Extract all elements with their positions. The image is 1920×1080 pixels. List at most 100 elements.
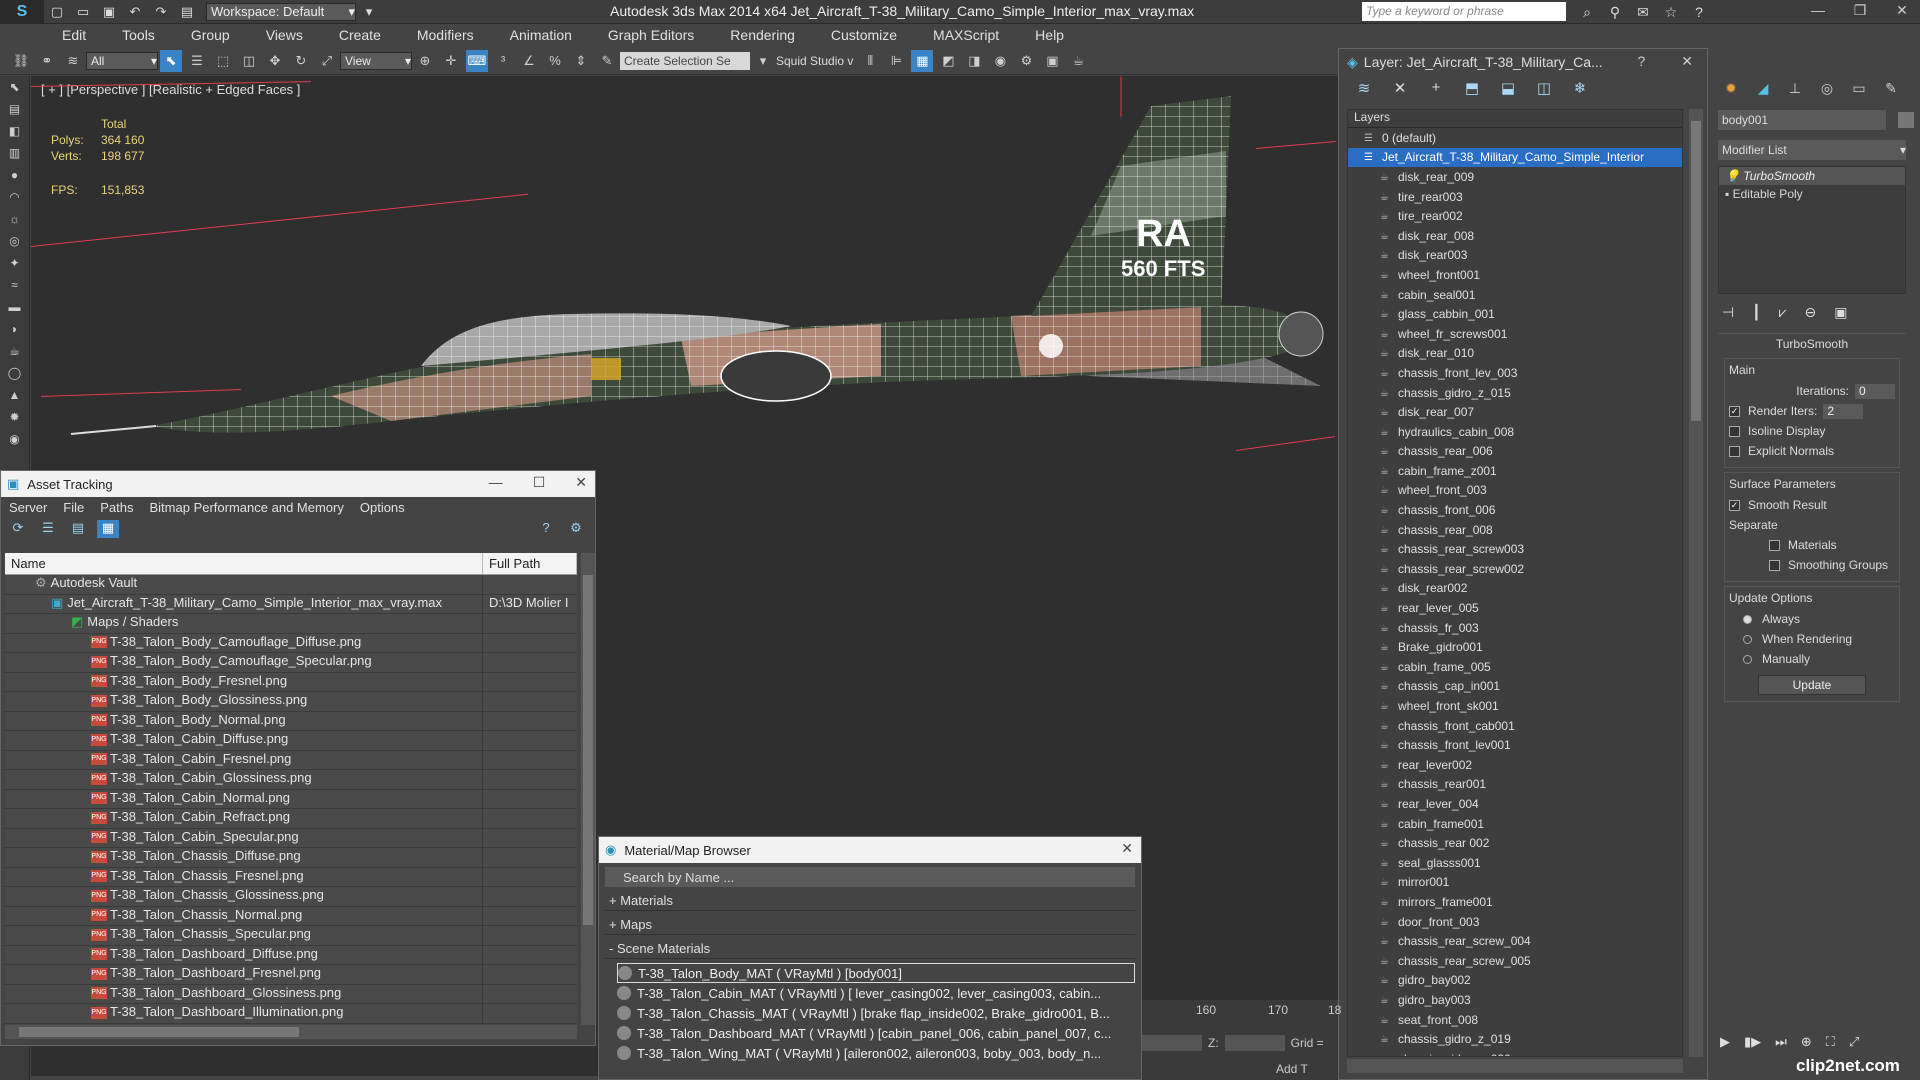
table-row[interactable]: PNG T-38_Talon_Dashboard_Diffuse.png — [5, 945, 577, 965]
layer-object-row[interactable]: ☕ hydraulics_cabin_008 — [1348, 422, 1682, 442]
hide-all-layers-icon[interactable]: ◫ — [1531, 79, 1557, 99]
layer-object-row[interactable]: ☕ chassis_rear_screw_005 — [1348, 951, 1682, 971]
layer-object-row[interactable]: ☕ chassis_rear 002 — [1348, 833, 1682, 853]
table-row[interactable]: PNG T-38_Talon_Chassis_Diffuse.png — [5, 848, 577, 868]
help-icon[interactable]: ? — [1637, 53, 1645, 70]
layer-object-row[interactable]: ☕ chassis_rear_screw_004 — [1348, 931, 1682, 951]
table-row[interactable]: PNG T-38_Talon_Cabin_Glossiness.png — [5, 770, 577, 790]
add-layer-icon[interactable]: + — [1423, 79, 1449, 99]
show-end-result-icon[interactable]: ┃ — [1752, 304, 1760, 321]
close-icon[interactable]: ✕ — [1681, 53, 1693, 70]
asset-tracking-titlebar[interactable]: ▣ Asset Tracking — ☐ ✕ — [1, 471, 595, 497]
selection-filter-dropdown[interactable]: All ▾ — [86, 51, 158, 70]
layer-object-row[interactable]: ☕ chassis_rear_008 — [1348, 520, 1682, 540]
rollout-title[interactable]: TurboSmooth — [1718, 334, 1906, 354]
asset-horizontal-scrollbar[interactable] — [5, 1025, 577, 1039]
table-row[interactable]: PNG T-38_Talon_Dashboard_Fresnel.png — [5, 965, 577, 985]
box-icon[interactable]: ▬ — [4, 300, 26, 318]
maximize-icon[interactable]: ☐ — [533, 474, 546, 491]
torus-icon[interactable]: ◯ — [4, 366, 26, 384]
always-radio[interactable] — [1743, 614, 1752, 624]
rect-selection-icon[interactable]: ⬚ — [212, 50, 234, 72]
material-search-input[interactable]: Search by Name ... — [605, 867, 1135, 887]
layers-icon[interactable]: ≋ — [1351, 79, 1377, 99]
close-icon[interactable]: ✕ — [575, 474, 587, 491]
window-crossing-icon[interactable]: ◫ — [238, 50, 260, 72]
material-browser-titlebar[interactable]: ◉ Material/Map Browser ✕ — [599, 837, 1141, 863]
highlight-layer-icon[interactable]: ⬓ — [1495, 79, 1521, 99]
motion-tab-icon[interactable]: ◎ — [1814, 80, 1840, 102]
layer-object-row[interactable]: ☕ cabin_frame_005 — [1348, 657, 1682, 677]
binoculars-icon[interactable]: ⌕ — [1576, 2, 1598, 22]
app-logo-icon[interactable]: S — [0, 0, 44, 24]
menu-file[interactable]: File — [55, 500, 92, 515]
unlink-icon[interactable]: ⚭ — [36, 50, 58, 72]
layer-explorer-icon[interactable]: ▦ — [911, 49, 934, 72]
layer-object-row[interactable]: ☕ rear_lever_005 — [1348, 598, 1682, 618]
table-row[interactable]: ▣ Jet_Aircraft_T-38_Military_Camo_Simple_… — [5, 594, 577, 614]
menu-views[interactable]: Views — [248, 27, 321, 43]
layer-object-row[interactable]: ☕ rear_lever_004 — [1348, 794, 1682, 814]
squid-studio-label[interactable]: Squid Studio v — [776, 54, 853, 68]
time-ruler[interactable]: 160 170 18 — [1142, 1003, 1341, 1023]
utilities-tab-icon[interactable]: ✎ — [1878, 80, 1904, 102]
project-folder-icon[interactable]: ▤ — [176, 3, 198, 21]
keyword-search-input[interactable]: Type a keyword or phrase — [1362, 2, 1566, 21]
layer-object-row[interactable]: ☕ chassis_rear_screw002 — [1348, 559, 1682, 579]
help-icon[interactable]: ? — [535, 520, 557, 538]
thumbnail-view-icon[interactable]: ▤ — [67, 520, 89, 538]
freeze-all-layers-icon[interactable]: ❄ — [1567, 79, 1593, 99]
new-file-icon[interactable]: ▢ — [46, 3, 68, 21]
table-row[interactable]: PNG T-38_Talon_Body_Camouflage_Diffuse.pn… — [5, 633, 577, 653]
scene-materials-section[interactable]: - Scene Materials — [605, 939, 1135, 959]
layer-object-row[interactable]: ☕ cabin_frame_z001 — [1348, 461, 1682, 481]
layer-object-row[interactable]: ☕ chassis_gidro_z_015 — [1348, 383, 1682, 403]
asset-vertical-scrollbar[interactable] — [581, 553, 595, 1025]
render-iters-checkbox[interactable]: ✓ — [1729, 405, 1740, 417]
modify-tab-icon[interactable]: ◢ — [1750, 80, 1776, 102]
layer-object-row[interactable]: ☕ tire_rear003 — [1348, 187, 1682, 207]
table-row[interactable]: PNG T-38_Talon_Cabin_Specular.png — [5, 828, 577, 848]
table-row[interactable]: PNG T-38_Talon_Chassis_Fresnel.png — [5, 867, 577, 887]
undo-icon[interactable]: ↶ — [124, 3, 146, 21]
menu-maxscript[interactable]: MAXScript — [915, 27, 1017, 43]
play-icon[interactable]: ▶ — [1720, 1034, 1730, 1050]
material-editor-icon[interactable]: ◉ — [989, 50, 1011, 72]
when-rendering-radio[interactable] — [1743, 634, 1752, 644]
align-icon[interactable]: ⊫ — [885, 50, 907, 72]
helpers-icon[interactable]: ✦ — [4, 256, 26, 274]
table-row[interactable]: PNG T-38_Talon_Dashboard_Illumination.png — [5, 1004, 577, 1024]
layer-object-row[interactable]: ☕ chassis_fr_003 — [1348, 618, 1682, 638]
add-time-tag[interactable]: Add T — [1276, 1062, 1308, 1076]
subscription-icon[interactable]: ⚲ — [1604, 2, 1626, 22]
list-view-icon[interactable]: ☰ — [37, 520, 59, 538]
menu-paths[interactable]: Paths — [92, 500, 141, 515]
settings-icon[interactable]: ⚙ — [565, 520, 587, 538]
smooth-result-checkbox[interactable]: ✓ — [1729, 499, 1740, 511]
menu-help[interactable]: Help — [1017, 27, 1082, 43]
material-list-item[interactable]: T-38_Talon_Body_MAT ( VRayMtl ) [body001… — [617, 963, 1135, 983]
layer-vertical-scrollbar[interactable] — [1689, 109, 1703, 1057]
pivot-center-icon[interactable]: ⊕ — [414, 50, 436, 72]
communication-icon[interactable]: ✉ — [1632, 2, 1654, 22]
cameras-icon[interactable]: ◎ — [4, 234, 26, 252]
reference-coordinate-dropdown[interactable]: View ▾ — [340, 51, 412, 70]
percent-snap-icon[interactable]: % — [544, 50, 566, 72]
layer-object-row[interactable]: ☕ cabin_frame001 — [1348, 814, 1682, 834]
layer-object-row[interactable]: ☕ disk_rear_008 — [1348, 226, 1682, 246]
menu-create[interactable]: Create — [321, 27, 399, 43]
menu-rendering[interactable]: Rendering — [712, 27, 813, 43]
layer-object-row[interactable]: ☕ disk_rear_007 — [1348, 402, 1682, 422]
layer-object-row[interactable]: ☕ mirrors_frame001 — [1348, 892, 1682, 912]
hierarchy-tab-icon[interactable]: ⊥ — [1782, 80, 1808, 102]
angle-snap-icon[interactable]: ∠ — [518, 50, 540, 72]
scale-icon[interactable]: ⤢ — [316, 50, 338, 72]
material-list-item[interactable]: T-38_Talon_Chassis_MAT ( VRayMtl ) [brak… — [617, 1003, 1135, 1023]
create-tab-icon[interactable]: ✹ — [1718, 80, 1744, 102]
select-tool-icon[interactable]: ⬉ — [4, 80, 26, 98]
layer-object-row[interactable]: ☕ chassis_front_lev_003 — [1348, 363, 1682, 383]
curve-editor-icon[interactable]: ◩ — [937, 50, 959, 72]
table-row[interactable]: PNG T-38_Talon_Body_Normal.png — [5, 711, 577, 731]
materials-section[interactable]: + Materials — [605, 891, 1135, 911]
table-row[interactable]: PNG T-38_Talon_Chassis_Normal.png — [5, 906, 577, 926]
